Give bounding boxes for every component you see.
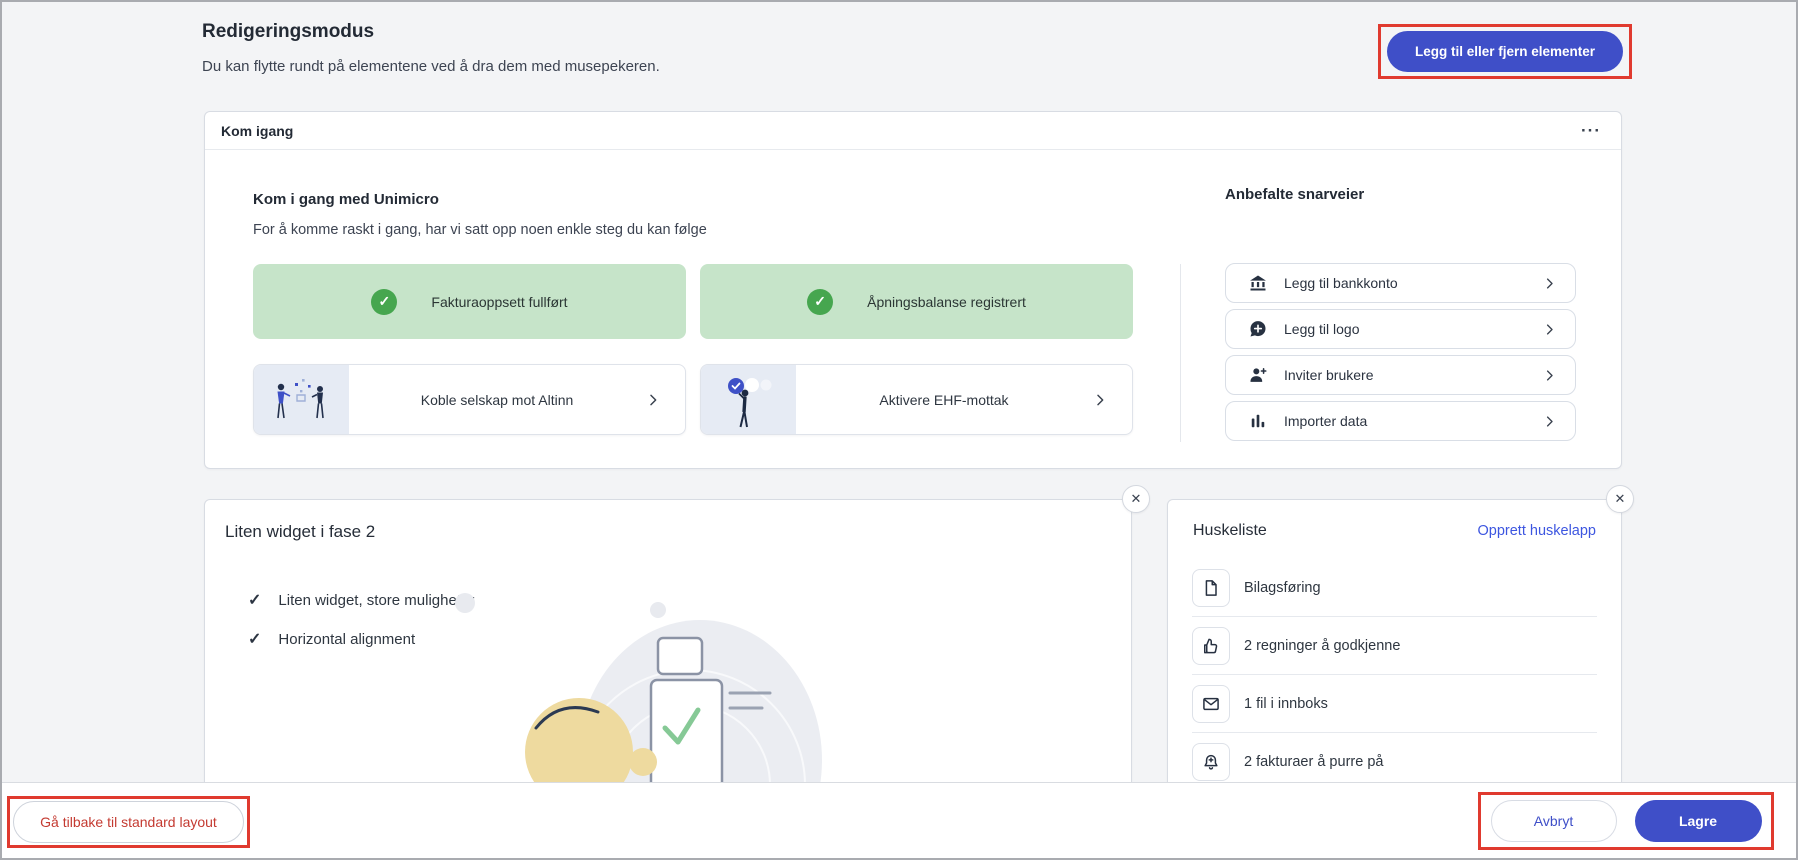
widget-huskeliste[interactable]: Huskeliste Opprett huskelapp Bilagsførin… (1167, 499, 1622, 794)
edit-mode-screen: Redigeringsmodus Du kan flytte rundt på … (0, 0, 1798, 860)
person-clipboard-illustration (440, 580, 840, 794)
chevron-right-icon (1092, 365, 1132, 434)
check-icon: ✓ (248, 590, 261, 610)
shortcut-label: Inviter brukere (1284, 367, 1526, 383)
save-button[interactable]: Lagre (1635, 800, 1762, 842)
chevron-right-icon (1542, 276, 1557, 291)
person-illustration (701, 365, 796, 434)
shortcut-invite-users[interactable]: Inviter brukere (1225, 355, 1576, 395)
kom-igang-description: For å komme raskt i gang, har vi satt op… (253, 222, 707, 238)
check-icon: ✓ (248, 629, 261, 649)
shortcut-add-logo[interactable]: Legg til logo (1225, 309, 1576, 349)
chat-plus-icon (1248, 319, 1268, 339)
chevron-right-icon (1542, 322, 1557, 337)
huskeliste-item-label: 2 fakturaer å purre på (1244, 754, 1383, 770)
step-opening-balance-complete: ✓ Åpningsbalanse registrert (700, 264, 1133, 339)
bar-chart-icon (1248, 411, 1268, 431)
checklist-item: ✓ Horizontal alignment (248, 629, 415, 649)
bell-plus-icon (1192, 743, 1230, 781)
chevron-right-icon (1542, 368, 1557, 383)
chevron-right-icon (645, 365, 685, 434)
checklist-item-label: Horizontal alignment (278, 631, 415, 648)
step-label: Koble selskap mot Altinn (349, 365, 645, 434)
page-subtitle: Du kan flytte rundt på elementene ved å … (202, 58, 660, 75)
huskeliste-item-label: Bilagsføring (1244, 580, 1321, 596)
step-label: Aktivere EHF-mottak (796, 365, 1092, 434)
shortcuts-title: Anbefalte snarveier (1225, 186, 1364, 203)
add-remove-elements-button[interactable]: Legg til eller fjern elementer (1387, 31, 1623, 72)
huskeliste-item-bilagsforing[interactable]: Bilagsføring (1192, 559, 1597, 617)
divider (1180, 264, 1181, 442)
small-widget-title: Liten widget i fase 2 (225, 522, 375, 542)
thumbs-up-icon (1192, 627, 1230, 665)
page-title: Redigeringsmodus (202, 21, 374, 43)
create-note-link[interactable]: Opprett huskelapp (1478, 523, 1597, 539)
shortcut-add-bank-account[interactable]: Legg til bankkonto (1225, 263, 1576, 303)
reset-highlight: Gå tilbake til standard layout (7, 796, 250, 848)
huskeliste-item-innboks[interactable]: 1 fil i innboks (1192, 675, 1597, 733)
reset-layout-button[interactable]: Gå tilbake til standard layout (13, 801, 244, 843)
step-label: Fakturaoppsett fullført (431, 294, 567, 310)
step-ehf-activate[interactable]: Aktivere EHF-mottak (700, 364, 1133, 435)
widget-small-phase2[interactable]: Liten widget i fase 2 ✓ Liten widget, st… (204, 499, 1132, 794)
bank-icon (1248, 273, 1268, 293)
people-illustration (254, 365, 349, 434)
shortcut-label: Legg til logo (1284, 321, 1526, 337)
shortcut-label: Importer data (1284, 413, 1526, 429)
huskeliste-item-label: 2 regninger å godkjenne (1244, 638, 1400, 654)
shortcut-label: Legg til bankkonto (1284, 275, 1526, 291)
check-circle-icon: ✓ (371, 289, 397, 315)
person-add-icon (1248, 365, 1268, 385)
add-remove-highlight: Legg til eller fjern elementer (1378, 24, 1632, 79)
close-icon[interactable]: ✕ (1606, 485, 1634, 513)
step-label: Åpningsbalanse registrert (867, 294, 1026, 310)
chevron-right-icon (1542, 414, 1557, 429)
huskeliste-item-label: 1 fil i innboks (1244, 696, 1328, 712)
kom-igang-heading: Kom i gang med Unimicro (253, 191, 439, 208)
shortcut-import-data[interactable]: Importer data (1225, 401, 1576, 441)
step-invoice-setup-complete: ✓ Fakturaoppsett fullført (253, 264, 686, 339)
huskeliste-list: Bilagsføring 2 regninger å godkjenne 1 f… (1168, 559, 1621, 791)
envelope-icon (1192, 685, 1230, 723)
document-icon (1192, 569, 1230, 607)
ellipsis-menu-icon[interactable]: ··· (1577, 120, 1605, 141)
step-altinn-link[interactable]: Koble selskap mot Altinn (253, 364, 686, 435)
cancel-button[interactable]: Avbryt (1491, 800, 1617, 842)
widget-kom-igang-header: Kom igang ··· (205, 112, 1621, 150)
widget-kom-igang-title: Kom igang (221, 123, 293, 139)
huskeliste-item-godkjenne[interactable]: 2 regninger å godkjenne (1192, 617, 1597, 675)
actions-highlight: Avbryt Lagre (1478, 792, 1774, 850)
footer-bar: Gå tilbake til standard layout Avbryt La… (2, 782, 1796, 858)
close-icon[interactable]: ✕ (1122, 485, 1150, 513)
check-circle-icon: ✓ (807, 289, 833, 315)
widget-kom-igang[interactable]: Kom igang ··· Kom i gang med Unimicro Fo… (204, 111, 1622, 469)
huskeliste-title: Huskeliste (1193, 522, 1267, 540)
